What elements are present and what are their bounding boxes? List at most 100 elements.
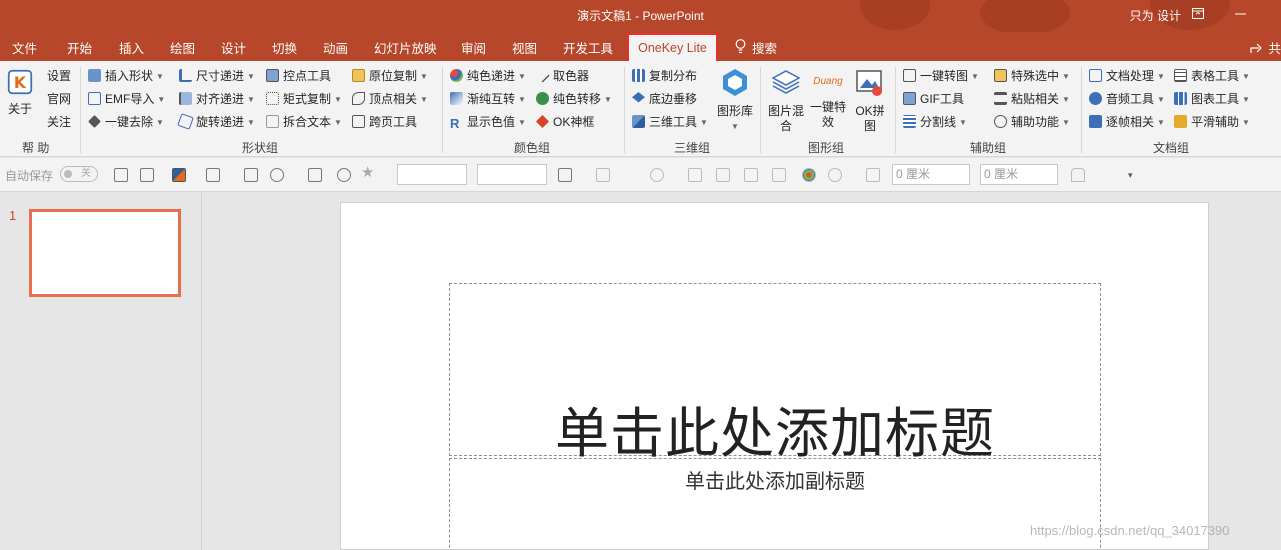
user-name[interactable]: 只为 设计: [1130, 7, 1181, 24]
split-line-button[interactable]: 分割线 ▼: [903, 112, 967, 132]
about-button[interactable]: K 关于: [6, 69, 34, 117]
split-merge-text-button[interactable]: 拆合文本 ▼: [266, 112, 342, 132]
paste-related-button[interactable]: 粘贴相关 ▼: [994, 89, 1070, 109]
color-wheel-icon[interactable]: [802, 168, 816, 182]
shape-outline-icon[interactable]: [337, 168, 351, 182]
solid-color-transfer-button[interactable]: 纯色转移 ▼: [536, 89, 612, 109]
audio-tool-button[interactable]: 音频工具 ▼: [1089, 89, 1165, 109]
tab-draw[interactable]: 绘图: [170, 38, 195, 57]
tab-review[interactable]: 审阅: [461, 38, 486, 57]
customize-toolbar-icon[interactable]: ▾: [1128, 168, 1142, 182]
distribute-icon[interactable]: [772, 168, 786, 182]
tab-shape-icon[interactable]: [1071, 168, 1085, 182]
rotate-step-button[interactable]: 旋转递进 ▼: [177, 112, 255, 132]
shape-library-button[interactable]: 图形库 ▼: [717, 67, 753, 134]
tab-insert[interactable]: 插入: [119, 38, 144, 57]
gif-tool-button[interactable]: GIF工具: [903, 89, 964, 109]
quick-toolbar: 自动保存 关 ★ 0 厘米 0 厘米 ▾: [0, 158, 1281, 192]
selection-pane-icon[interactable]: [866, 168, 880, 182]
tab-developer[interactable]: 开发工具: [563, 38, 613, 57]
copy-distribute-button[interactable]: 复制分布: [632, 66, 697, 86]
follow-button[interactable]: 关注: [47, 112, 71, 132]
arrange-icon[interactable]: [308, 168, 322, 182]
width-input[interactable]: [397, 164, 467, 185]
tab-onekey-lite[interactable]: OneKey Lite: [627, 33, 718, 61]
align-step-button[interactable]: 对齐递进 ▼: [179, 89, 255, 109]
shape-fill-icon[interactable]: [270, 168, 284, 182]
size-step-button[interactable]: 尺寸递进 ▼: [179, 66, 255, 86]
pin-icon[interactable]: [1099, 168, 1113, 182]
ok-god-frame-button[interactable]: OK神框: [536, 112, 594, 132]
document-processing-button[interactable]: 文档处理 ▼: [1089, 66, 1165, 86]
group-icon[interactable]: [716, 168, 730, 182]
align-step-label: 对齐递进: [196, 92, 245, 106]
format-painter-icon[interactable]: [596, 168, 610, 182]
one-key-remove-button[interactable]: 一键去除 ▼: [88, 112, 164, 132]
tab-transitions[interactable]: 切换: [272, 38, 297, 57]
italic-icon[interactable]: [624, 168, 638, 182]
chart-tool-button[interactable]: 图表工具 ▼: [1174, 89, 1250, 109]
emf-import-button[interactable]: EMF导入 ▼: [88, 89, 165, 109]
ungroup-icon[interactable]: [744, 168, 758, 182]
layout-icon[interactable]: [114, 168, 128, 182]
control-point-tool-button[interactable]: 控点工具: [266, 66, 331, 86]
search-button[interactable]: 搜索: [752, 38, 777, 57]
tab-design[interactable]: 设计: [221, 38, 246, 57]
tab-home[interactable]: 开始: [67, 38, 92, 57]
autosave-toggle[interactable]: 关: [60, 166, 98, 182]
one-key-effect-button[interactable]: Duang 一键特效: [809, 67, 847, 130]
crop-icon[interactable]: [206, 168, 220, 182]
subtitle-placeholder[interactable]: 单击此处添加副标题: [449, 458, 1101, 550]
cross-page-tool-button[interactable]: 跨页工具: [352, 112, 417, 132]
position-x-input[interactable]: 0 厘米: [892, 164, 970, 185]
special-select-button[interactable]: 特殊选中 ▼: [994, 66, 1070, 86]
tab-animations[interactable]: 动画: [323, 38, 348, 57]
share-icon: [1250, 43, 1263, 53]
tab-file[interactable]: 文件: [12, 38, 37, 57]
eyedropper-icon: [535, 68, 550, 83]
share-button[interactable]: 共: [1250, 38, 1281, 57]
one-key-to-image-button[interactable]: 一键转图 ▼: [903, 66, 979, 86]
image-mix-button[interactable]: 图片混合: [766, 67, 806, 134]
table-tool-button[interactable]: 表格工具 ▼: [1174, 66, 1250, 86]
rotate-icon: [177, 113, 194, 130]
minimize-button[interactable]: [1227, 4, 1253, 26]
frame-by-frame-button[interactable]: 逐帧相关 ▼: [1089, 112, 1165, 132]
ribbon-display-icon: [1192, 8, 1204, 19]
rotate-icon[interactable]: [688, 168, 702, 182]
color-picker-button[interactable]: 取色器: [535, 66, 589, 86]
shapes-icon: [88, 69, 101, 82]
merge-shapes-icon[interactable]: [650, 168, 664, 182]
solid-color-step-button[interactable]: 纯色递进 ▼: [450, 66, 526, 86]
ribbon-display-options-button[interactable]: [1185, 4, 1211, 26]
shape-effects-icon[interactable]: [828, 168, 842, 182]
assist-function-button[interactable]: 辅助功能 ▼: [994, 112, 1070, 132]
matrix-copy-button[interactable]: 矩式复制 ▼: [266, 89, 342, 109]
website-button[interactable]: 官网: [47, 89, 71, 109]
insert-shape-button[interactable]: 插入形状 ▼: [88, 66, 164, 86]
ok-puzzle-button[interactable]: OK拼图: [852, 67, 888, 134]
slide-thumbnail[interactable]: [29, 209, 181, 297]
in-place-copy-button[interactable]: 原位复制 ▼: [352, 66, 428, 86]
screen-icon[interactable]: [244, 168, 258, 182]
title-placeholder[interactable]: 单击此处添加标题: [449, 283, 1101, 465]
split-line-label: 分割线: [920, 115, 957, 129]
fill-color-icon[interactable]: [172, 168, 186, 182]
align-icon[interactable]: [558, 168, 572, 182]
show-color-value-button[interactable]: R 显示色值 ▼: [450, 112, 526, 132]
bottom-vertical-move-button[interactable]: 底边垂移: [632, 89, 697, 109]
slide[interactable]: 单击此处添加标题 单击此处添加副标题: [340, 202, 1209, 550]
settings-button[interactable]: 设置: [47, 66, 71, 86]
control-point-icon: [266, 69, 279, 82]
height-input[interactable]: [477, 164, 547, 185]
section-icon[interactable]: [140, 168, 154, 182]
star-icon[interactable]: ★: [361, 165, 375, 180]
gradient-solid-label: 渐纯互转: [467, 92, 516, 106]
3d-tools-button[interactable]: 三维工具 ▼: [632, 112, 708, 132]
gradient-solid-convert-button[interactable]: 渐纯互转 ▼: [450, 89, 526, 109]
tab-view[interactable]: 视图: [512, 38, 537, 57]
smooth-assist-button[interactable]: 平滑辅助 ▼: [1174, 112, 1250, 132]
vertex-button[interactable]: 顶点相关 ▼: [352, 89, 428, 109]
tab-slideshow[interactable]: 幻灯片放映: [374, 38, 437, 57]
position-y-input[interactable]: 0 厘米: [980, 164, 1058, 185]
